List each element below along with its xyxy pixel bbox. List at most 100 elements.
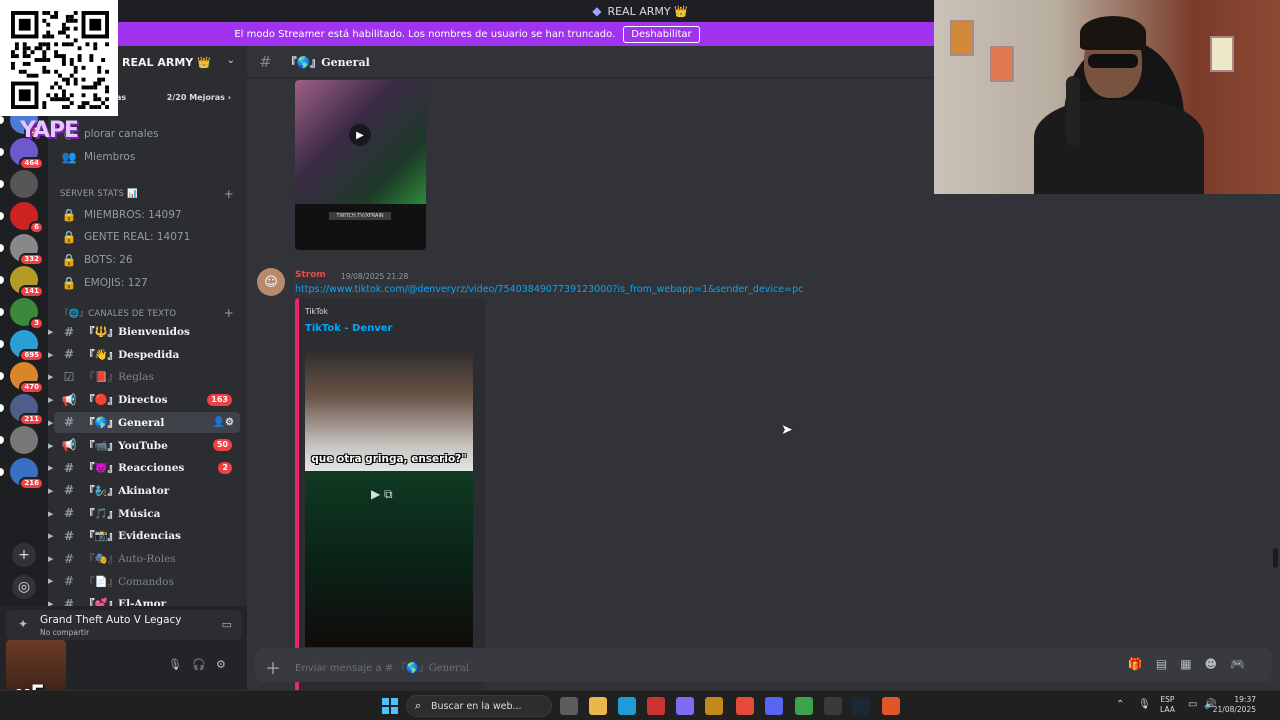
channel-label: 『📸』Evidencias	[84, 530, 181, 543]
server-name: REAL ARMY 👑	[122, 55, 211, 69]
expand-arrow-icon: ▶	[48, 554, 54, 563]
task-view-icon[interactable]	[560, 697, 578, 715]
stat-channel[interactable]: 🔒 EMOJIS: 127	[54, 272, 240, 293]
microphone-icon[interactable]: 🎙	[1138, 699, 1151, 710]
snipping-icon[interactable]	[647, 697, 665, 715]
steam-icon[interactable]	[852, 697, 870, 715]
channel-item[interactable]: ▶ # 『😈』Reacciones 2	[48, 457, 240, 478]
channel-item[interactable]: ▶ # 『📸』Evidencias	[48, 525, 240, 546]
message-avatar[interactable]: ☺	[257, 268, 285, 296]
server-icon[interactable]: 695	[0, 330, 44, 362]
discord-icon[interactable]	[765, 697, 783, 715]
add-channel-icon[interactable]: +	[224, 187, 234, 201]
boost-count: 2/20 Mejoras ›	[166, 93, 231, 102]
server-icon[interactable]	[0, 170, 38, 198]
previous-video-thumbnail[interactable]: ▶ TWITCH.TV/XFRAIN	[295, 80, 426, 250]
metin-icon[interactable]	[705, 697, 723, 715]
unread-indicator	[0, 372, 4, 380]
gif-icon[interactable]: ▤	[1156, 657, 1180, 671]
channel-item[interactable]: ▶ # 『📄』Comandos	[48, 571, 240, 592]
stat-channel[interactable]: 🔒 MIEMBROS: 14097	[54, 204, 240, 225]
activity-card[interactable]: ✦ Grand Theft Auto V Legacy No compartir…	[6, 610, 242, 640]
add-attachment-icon[interactable]: ＋	[265, 655, 281, 679]
channel-item[interactable]: ▶ 📢 『🔴』Directos 163	[48, 389, 240, 410]
channel-item[interactable]: ▶ # 『💕』El-Amor	[48, 593, 240, 606]
message-author[interactable]: Strom	[295, 270, 326, 280]
microphone-icon[interactable]: 🎙	[168, 658, 182, 671]
apps-icon[interactable]: 🎮	[1230, 657, 1258, 671]
server-icon[interactable]	[0, 426, 38, 454]
chevron-up-icon[interactable]: ⌃	[1116, 699, 1124, 710]
embed-title[interactable]: TikTok - Denver	[305, 323, 392, 334]
server-icon[interactable]: 3	[0, 298, 44, 330]
windows-start-icon[interactable]	[382, 698, 398, 714]
hash-icon: #	[63, 483, 75, 498]
thumbnail-watermark: TWITCH.TV/XFRAIN	[329, 212, 391, 220]
system-clock[interactable]: 19:37 21/08/2025	[1213, 695, 1256, 715]
wall-poster	[1210, 36, 1234, 72]
language-top: ESP	[1160, 695, 1175, 704]
network-icon[interactable]: ▭	[1188, 699, 1197, 710]
gift-icon[interactable]: 🎁	[1128, 657, 1156, 671]
embed-video[interactable]: que otra gringa, enserio?" ▶ ⧉	[305, 347, 473, 647]
server-icon[interactable]: 470	[0, 362, 44, 394]
screen-share-icon[interactable]: ▭	[222, 618, 232, 631]
hash-icon: #	[63, 415, 75, 430]
channel-label: 『📄』Comandos	[84, 575, 174, 588]
mention-badge: 332	[19, 253, 44, 266]
add-channel-icon[interactable]: +	[224, 306, 234, 320]
add-server-icon[interactable]: +	[12, 543, 36, 567]
edge-icon[interactable]	[618, 697, 636, 715]
channel-item[interactable]: ▶ # 『🎭』Auto-Roles	[48, 548, 240, 569]
search-icon: ⌕	[415, 699, 422, 712]
stat-label: GENTE REAL: 14071	[84, 231, 191, 244]
item-label: Miembros	[84, 150, 136, 163]
browse-channels[interactable]: ◎ plorar canales	[54, 123, 240, 144]
channel-item[interactable]: ▶ ☑ 『📕』Reglas	[48, 366, 240, 387]
stat-channel[interactable]: 🔒 GENTE REAL: 14071	[54, 227, 240, 248]
headphones-icon[interactable]: 🎧	[192, 658, 206, 671]
obs-icon[interactable]	[824, 697, 842, 715]
chrome-alt-icon[interactable]	[795, 697, 813, 715]
message-input[interactable]: Enviar mensaje a # 『🌎』General	[295, 659, 469, 674]
sticker-icon[interactable]: ▦	[1180, 657, 1204, 671]
language-indicator[interactable]: ESP LAA	[1160, 695, 1175, 715]
chat-scrollbar[interactable]	[1273, 548, 1278, 568]
message-link[interactable]: https://www.tiktok.com/@denveryrz/video/…	[295, 284, 803, 295]
app-orange-icon[interactable]	[882, 697, 900, 715]
channel-item[interactable]: ▶ # 『🔱』Bienvenidos	[48, 321, 240, 342]
server-icon[interactable]: 6	[0, 202, 44, 234]
taskbar-search[interactable]: ⌕ Buscar en la web...	[406, 695, 552, 717]
copilot-icon[interactable]	[676, 697, 694, 715]
stat-channel[interactable]: 🔒 BOTS: 26	[54, 249, 240, 270]
message-composer[interactable]: ＋ Enviar mensaje a # 『🌎』General 🎁▤▦☻🎮	[255, 648, 1272, 682]
composer-tools[interactable]: 🎁▤▦☻🎮	[1128, 657, 1258, 671]
channel-item[interactable]: ▶ # 『🧞』Akinator	[48, 480, 240, 501]
server-icon[interactable]: 332	[0, 234, 44, 266]
category-server-stats[interactable]: SERVER STATS 📊 +	[60, 187, 240, 201]
file-explorer-icon[interactable]	[589, 697, 607, 715]
channel-item[interactable]: ▶ # 『🌎』General 👤⚙	[48, 411, 240, 433]
gear-icon[interactable]: ⚙	[216, 658, 226, 671]
members-item[interactable]: 👥 Miembros	[54, 146, 240, 167]
play-icon[interactable]: ▶ ⧉	[371, 487, 393, 502]
disable-streamer-button[interactable]: Deshabilitar	[623, 25, 700, 43]
expand-arrow-icon: ▶	[48, 485, 54, 495]
channel-label: 『🧞』Akinator	[84, 484, 170, 497]
server-icon[interactable]: 211	[0, 394, 44, 426]
category-text-channels[interactable]: 『🌐』CANALES DE TEXTO +	[60, 306, 240, 320]
emoji-icon[interactable]: ☻	[1205, 657, 1231, 671]
channel-item[interactable]: ▶ # 『🎵』Música	[48, 503, 240, 524]
channel-settings-icon[interactable]: 👤⚙	[213, 417, 234, 428]
server-icon[interactable]: 216	[0, 458, 44, 490]
mention-badge: 3	[29, 317, 44, 330]
server-icon[interactable]: 141	[0, 266, 44, 298]
play-icon[interactable]: ▶	[349, 124, 371, 146]
channel-item[interactable]: ▶ # 『👋』Despedida	[48, 344, 240, 365]
message-timestamp: 19/08/2025 21:28	[341, 272, 409, 281]
discover-icon[interactable]: ◎	[12, 575, 36, 599]
channel-item[interactable]: ▶ 📢 『📹』YouTube 50	[48, 435, 240, 456]
language-bottom: LAA	[1160, 705, 1175, 714]
lock-icon: 🔒	[61, 207, 77, 222]
chrome-icon[interactable]	[736, 697, 754, 715]
